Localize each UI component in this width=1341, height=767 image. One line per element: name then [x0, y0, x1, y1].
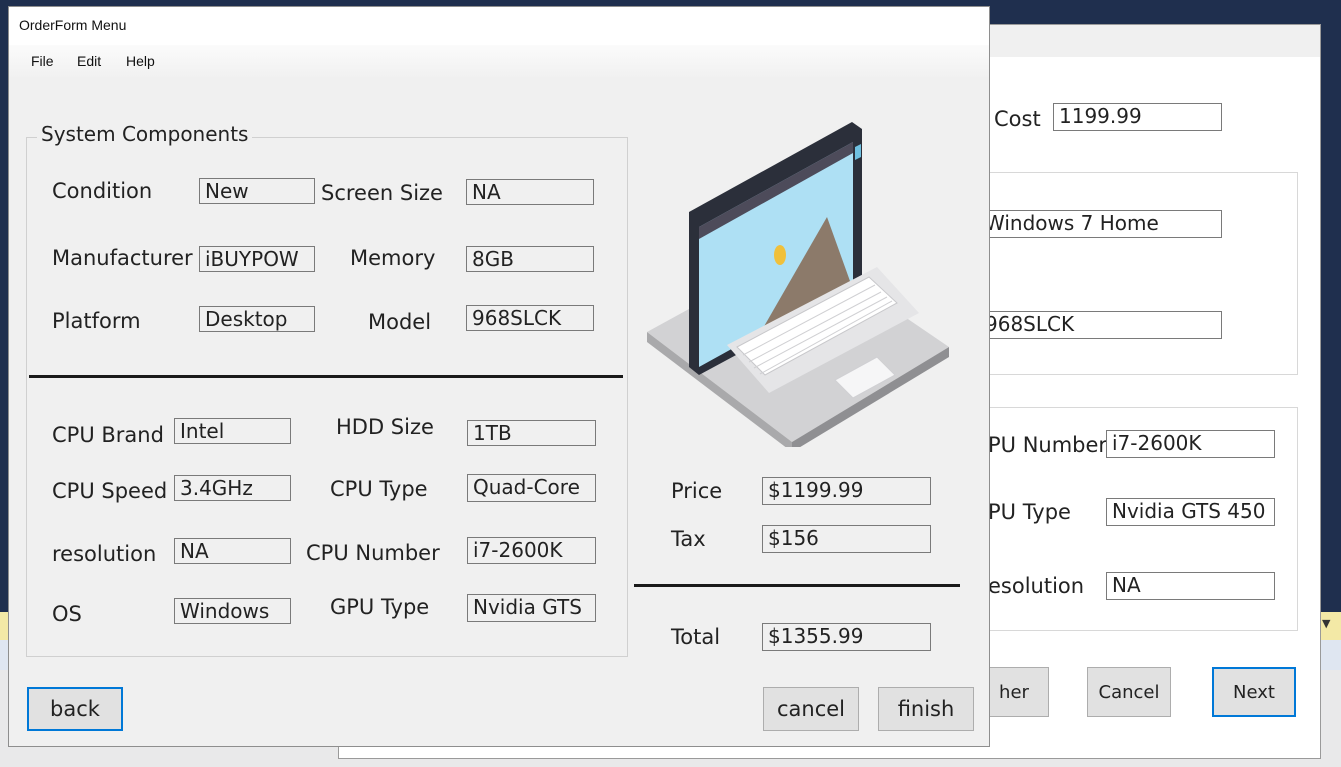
- total-label: Total: [671, 625, 721, 649]
- dropdown-arrow-icon[interactable]: ▼: [1322, 617, 1330, 630]
- bg-model-field[interactable]: 968SLCK: [979, 311, 1222, 339]
- cpu-speed-field[interactable]: 3.4GHz: [174, 475, 291, 501]
- tax-field[interactable]: $156: [762, 525, 931, 553]
- cancel-button[interactable]: cancel: [763, 687, 859, 731]
- platform-label: Platform: [52, 309, 141, 333]
- cpu-speed-label: CPU Speed: [52, 479, 168, 503]
- total-field[interactable]: $1355.99: [762, 623, 931, 651]
- bg-os-field[interactable]: Windows 7 Home: [979, 210, 1222, 238]
- cpu-brand-label: CPU Brand: [52, 423, 164, 447]
- os-label: OS: [52, 602, 82, 626]
- back-button[interactable]: back: [27, 687, 123, 731]
- order-form-window: OrderForm Menu File Edit Help System Com…: [8, 6, 990, 747]
- bg-next-button[interactable]: Next: [1212, 667, 1296, 717]
- gpu-type-field[interactable]: Nvidia GTS: [467, 594, 596, 622]
- menu-bar: [9, 45, 989, 77]
- menu-file[interactable]: File: [31, 53, 54, 69]
- condition-label: Condition: [52, 179, 153, 203]
- section-divider: [29, 375, 623, 378]
- total-divider: [634, 584, 960, 587]
- window-title: OrderForm Menu: [19, 17, 127, 33]
- resolution-field[interactable]: NA: [174, 538, 291, 564]
- hdd-size-field[interactable]: 1TB: [467, 420, 596, 446]
- cpu-brand-field[interactable]: Intel: [174, 418, 291, 444]
- os-field[interactable]: Windows: [174, 598, 291, 624]
- manufacturer-field[interactable]: iBUYPOW: [199, 246, 315, 272]
- hdd-size-label: HDD Size: [336, 415, 434, 439]
- price-label: Price: [671, 479, 723, 503]
- title-bar[interactable]: [9, 7, 989, 45]
- gpu-type-label: GPU Type: [330, 595, 430, 619]
- group-title: System Components: [37, 122, 253, 146]
- bg-resolution-label: esolution: [988, 574, 1085, 598]
- laptop-image: [637, 117, 957, 452]
- cpu-number-label: CPU Number: [306, 541, 440, 565]
- bg-cost-label: Cost: [994, 107, 1041, 131]
- tax-label: Tax: [671, 527, 706, 551]
- cpu-number-field[interactable]: i7-2600K: [467, 537, 596, 564]
- bg-resolution-field[interactable]: NA: [1106, 572, 1275, 600]
- bg-cost-field[interactable]: 1199.99: [1053, 103, 1222, 131]
- system-components-group: [26, 137, 628, 657]
- screen-size-label: Screen Size: [321, 181, 443, 205]
- cpu-type-label: CPU Type: [330, 477, 428, 501]
- condition-field[interactable]: New: [199, 178, 315, 204]
- manufacturer-label: Manufacturer: [52, 246, 193, 270]
- memory-field[interactable]: 8GB: [466, 246, 594, 272]
- bg-cpu-number-field[interactable]: i7-2600K: [1106, 430, 1275, 458]
- cpu-type-field[interactable]: Quad-Core: [467, 474, 596, 502]
- resolution-label: resolution: [52, 542, 157, 566]
- price-field[interactable]: $1199.99: [762, 477, 931, 505]
- menu-edit[interactable]: Edit: [77, 53, 101, 69]
- screen-size-field[interactable]: NA: [466, 179, 594, 205]
- memory-label: Memory: [350, 246, 436, 270]
- finish-button[interactable]: finish: [878, 687, 974, 731]
- bg-gpu-type-label: PU Type: [988, 500, 1071, 524]
- model-field[interactable]: 968SLCK: [466, 305, 594, 331]
- model-label: Model: [368, 310, 432, 334]
- platform-field[interactable]: Desktop: [199, 306, 315, 332]
- bg-gpu-type-field[interactable]: Nvidia GTS 450: [1106, 498, 1275, 526]
- menu-help[interactable]: Help: [126, 53, 155, 69]
- bg-group-os: [979, 172, 1298, 375]
- bg-cancel-button[interactable]: Cancel: [1087, 667, 1171, 717]
- bg-cpu-number-label: PU Number: [988, 433, 1108, 457]
